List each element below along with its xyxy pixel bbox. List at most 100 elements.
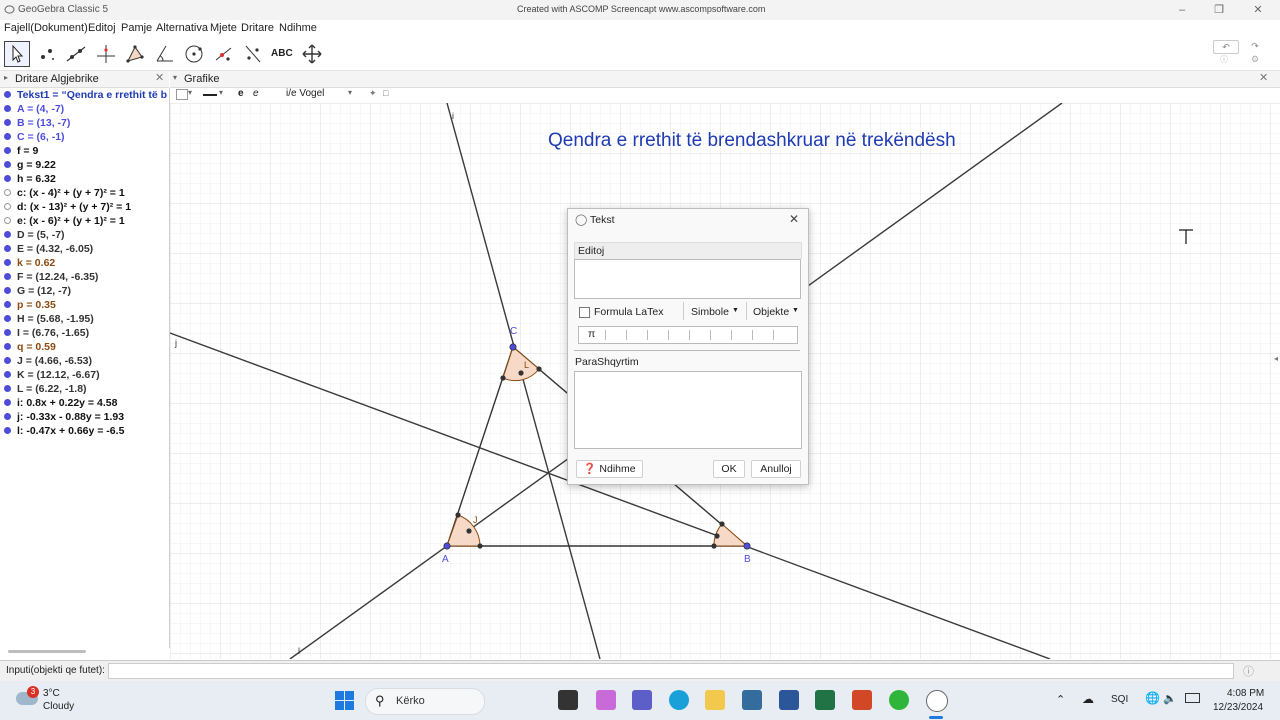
point-c[interactable] [509,343,517,351]
tray-network-icon[interactable]: ☁ [1082,692,1094,706]
text-tool-icon[interactable]: ABC [269,41,295,67]
visibility-toggle-icon[interactable] [4,413,11,420]
pin-icon[interactable]: ✦ [369,88,377,99]
algebra-item[interactable]: e: (x - 6)² + (y + 1)² = 1 [0,214,169,228]
settings-gear-icon[interactable]: ⚙ [1251,54,1259,65]
point-i[interactable] [536,366,542,372]
menu-options[interactable]: Alternativa [156,22,208,34]
line-style-icon[interactable] [203,94,217,96]
perpendicular-tool-icon[interactable] [93,41,119,67]
close-graphics-icon[interactable]: ✕ [1259,71,1268,84]
help-button[interactable]: ❓ Ndihme [576,460,643,478]
powerpoint-icon[interactable] [852,690,872,710]
algebra-item[interactable]: Tekst1 = “Qendra e rrethit të b [0,88,169,102]
visibility-toggle-icon[interactable] [4,357,11,364]
lock-icon[interactable]: □ [383,88,388,98]
collapse-arrow-icon[interactable]: ▸ [4,73,8,82]
battery-icon[interactable] [1185,693,1200,703]
clock-date[interactable]: 12/23/2024 [1213,702,1263,713]
edge-icon[interactable] [669,690,689,710]
menu-edit[interactable]: Editoj [88,22,116,34]
visibility-toggle-icon[interactable] [4,371,11,378]
point-j[interactable] [466,528,472,534]
pi-symbol-button[interactable]: π [588,328,595,340]
bold-toggle[interactable]: e [238,88,244,99]
point-f[interactable] [719,521,725,527]
move-view-tool-icon[interactable] [299,41,325,67]
symbols-dropdown-arrow-icon[interactable]: ▼ [732,307,739,314]
visibility-toggle-icon[interactable] [4,175,11,182]
word-icon[interactable] [779,690,799,710]
visibility-toggle-icon[interactable] [4,329,11,336]
cancel-button[interactable]: Anulloj [751,460,801,478]
symbols-dropdown[interactable]: Simbole [691,306,729,318]
taskbar-search[interactable]: ⚲ Kërko [365,688,485,715]
visibility-toggle-icon[interactable] [4,133,11,140]
menu-window[interactable]: Dritare [241,22,274,34]
algebra-item[interactable]: c: (x - 4)² + (y + 7)² = 1 [0,186,169,200]
polygon-tool-icon[interactable] [122,41,148,67]
visibility-toggle-icon[interactable] [4,315,11,322]
algebra-item[interactable]: p = 0.35 [0,298,169,312]
algebra-item[interactable]: h = 6.32 [0,172,169,186]
algebra-item[interactable]: A = (4, -7) [0,102,169,116]
tray-chevron-icon[interactable]: ⌃ [1056,693,1065,706]
point-b[interactable] [743,542,751,550]
dialog-close-icon[interactable]: ✕ [789,212,799,226]
visibility-toggle-icon[interactable] [4,301,11,308]
angle-tool-icon[interactable] [152,41,178,67]
circle-tool-icon[interactable] [181,41,207,67]
visibility-toggle-icon[interactable] [4,217,11,224]
volume-icon[interactable]: 🔈 [1163,692,1177,705]
reflect-tool-icon[interactable] [240,41,266,67]
algebra-item[interactable]: f = 9 [0,144,169,158]
menu-file[interactable]: Fajell(Dokument) [4,22,88,34]
point-e[interactable] [455,512,461,518]
algebra-item[interactable]: K = (12.12, -6.67) [0,368,169,382]
redo-icon[interactable]: ↷ [1247,40,1263,52]
algebra-item[interactable]: I = (6.76, -1.65) [0,326,169,340]
store-icon[interactable] [742,690,762,710]
algebra-item[interactable]: g = 9.22 [0,158,169,172]
maximize-icon[interactable]: ❐ [1209,2,1229,18]
menu-help[interactable]: Ndihme [279,22,317,34]
help-circle-icon[interactable]: ⓘ [1220,54,1228,65]
italic-toggle[interactable]: e [253,88,259,99]
point-l[interactable] [518,370,524,376]
text-size-select[interactable]: i/e Vogel [286,88,324,99]
point-g[interactable] [711,543,717,549]
algebra-item[interactable]: F = (12.24, -6.35) [0,270,169,284]
teams-icon[interactable] [632,690,652,710]
weather-temp[interactable]: 3°C [43,688,60,699]
algebra-item[interactable]: L = (6.22, -1.8) [0,382,169,396]
visibility-toggle-icon[interactable] [4,399,11,406]
visibility-toggle-icon[interactable] [4,343,11,350]
point-k[interactable] [714,533,720,539]
side-panel-arrow-icon[interactable]: ◂ [1274,354,1278,363]
close-window-icon[interactable]: ✕ [1248,2,1268,18]
excel-icon[interactable] [815,690,835,710]
visibility-toggle-icon[interactable] [4,203,11,210]
objects-dropdown[interactable]: Objekte [753,306,789,318]
algebra-item[interactable]: i: 0.8x + 0.22y = 4.58 [0,396,169,410]
algebra-item[interactable]: k = 0.62 [0,256,169,270]
text-edit-area[interactable] [574,259,801,299]
algebra-item[interactable]: J = (4.66, -6.53) [0,354,169,368]
visibility-toggle-icon[interactable] [4,161,11,168]
close-algebra-icon[interactable]: ✕ [155,71,164,84]
visibility-toggle-icon[interactable] [4,385,11,392]
objects-dropdown-arrow-icon[interactable]: ▼ [792,307,799,314]
geogebra-taskbar-icon[interactable] [926,690,948,712]
minimize-icon[interactable]: – [1172,2,1192,18]
conic-tool-icon[interactable] [211,41,237,67]
undo-icon[interactable]: ↶ [1213,40,1239,54]
menu-view[interactable]: Pamje [121,22,152,34]
line-tool-icon[interactable] [63,41,89,67]
point-h[interactable] [500,375,506,381]
algebra-item[interactable]: q = 0.59 [0,340,169,354]
latex-checkbox[interactable] [579,307,590,318]
visibility-toggle-icon[interactable] [4,273,11,280]
media-player-icon[interactable] [889,690,909,710]
algebra-item[interactable]: j: -0.33x - 0.88y = 1.93 [0,410,169,424]
visibility-toggle-icon[interactable] [4,245,11,252]
